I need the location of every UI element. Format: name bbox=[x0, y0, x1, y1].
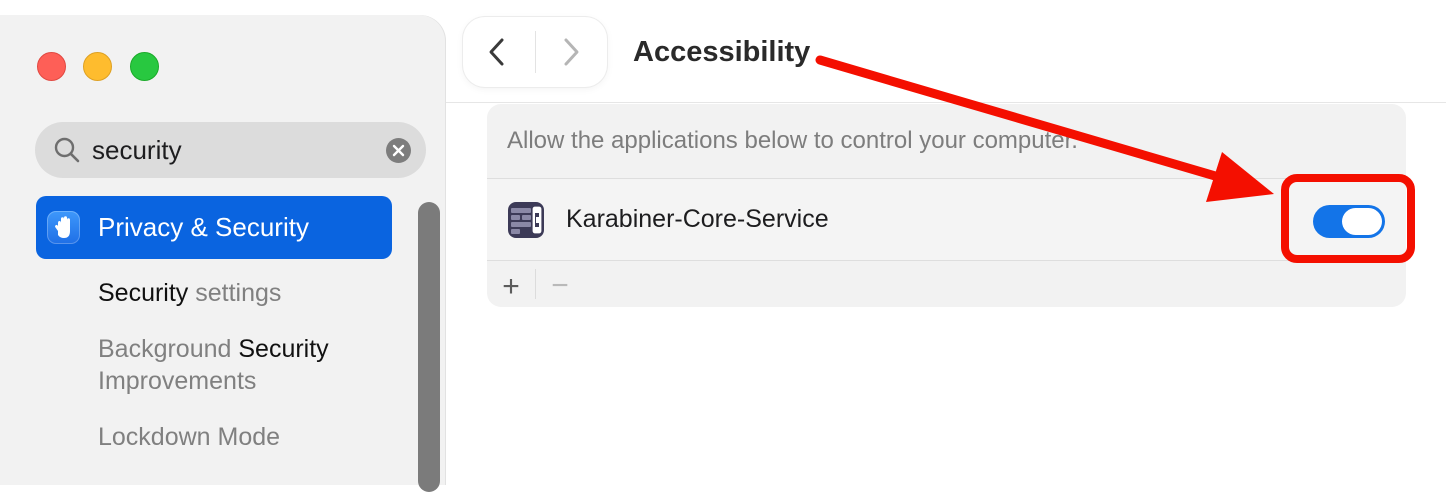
accessibility-apps-panel: Allow the applications below to control … bbox=[487, 104, 1406, 307]
list-item[interactable]: Karabiner-Core-Service bbox=[487, 178, 1406, 261]
sidebar-item-privacy-security[interactable]: Privacy & Security bbox=[36, 196, 392, 259]
page-title: Accessibility bbox=[633, 36, 811, 68]
panel-description: Allow the applications below to control … bbox=[507, 127, 1078, 154]
subitem-text: Lockdown Mode bbox=[98, 423, 281, 451]
sidebar-subitem-background-security-line2[interactable]: Improvements bbox=[98, 365, 256, 397]
app-name: Karabiner-Core-Service bbox=[566, 205, 829, 233]
sidebar-item-label: Privacy & Security bbox=[98, 212, 309, 242]
add-app-button[interactable]: + bbox=[500, 261, 522, 307]
annotation-highlight-box bbox=[1281, 174, 1415, 263]
sidebar-subitem-lockdown-mode[interactable]: Lockdown Mode bbox=[98, 421, 280, 453]
search-input[interactable] bbox=[92, 122, 372, 178]
sidebar-scrollbar[interactable] bbox=[418, 202, 440, 492]
karabiner-app-icon bbox=[508, 202, 544, 238]
subitem-text: Background bbox=[98, 335, 239, 363]
close-window-button[interactable] bbox=[37, 52, 66, 81]
subitem-text: Improvements bbox=[98, 367, 257, 395]
search-match-text: Security bbox=[98, 279, 189, 307]
clear-search-button[interactable] bbox=[386, 138, 411, 163]
remove-app-button[interactable]: − bbox=[549, 261, 571, 307]
list-footer: + − bbox=[487, 261, 1406, 307]
hand-icon bbox=[47, 211, 80, 244]
chevron-left-icon[interactable] bbox=[483, 36, 513, 68]
sidebar-subitem-security-settings[interactable]: Security settings bbox=[98, 277, 281, 309]
search-field[interactable] bbox=[35, 122, 426, 178]
toolbar-divider bbox=[446, 102, 1446, 103]
subitem-text: settings bbox=[188, 279, 282, 307]
zoom-window-button[interactable] bbox=[130, 52, 159, 81]
minimize-window-button[interactable] bbox=[83, 52, 112, 81]
navigation-buttons bbox=[463, 17, 607, 87]
divider bbox=[535, 31, 536, 73]
search-icon bbox=[54, 137, 80, 163]
search-match-text: Security bbox=[238, 335, 329, 363]
divider bbox=[535, 269, 536, 299]
sidebar-subitem-background-security[interactable]: Background Security bbox=[98, 333, 329, 365]
clear-icon bbox=[392, 144, 405, 157]
chevron-right-icon[interactable] bbox=[555, 36, 585, 68]
